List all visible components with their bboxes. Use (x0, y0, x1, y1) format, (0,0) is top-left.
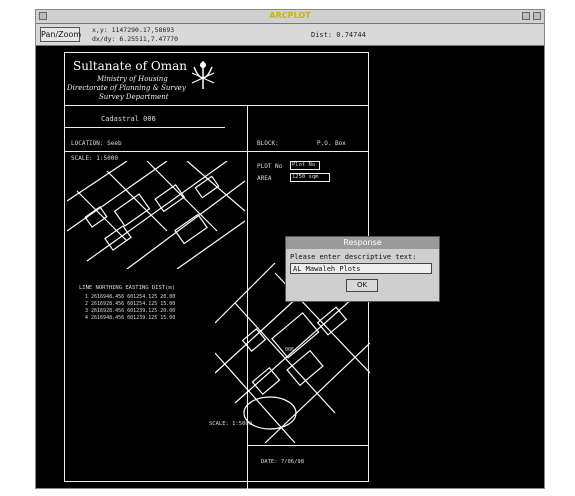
maximize-icon[interactable] (533, 12, 541, 20)
scale-bar-label: SCALE: 1:5000 (209, 421, 253, 427)
coordinate-readout-dxdy: dx/dy: 6.25511,7.47770 (92, 35, 179, 43)
department-name: Survey Department (99, 93, 169, 101)
title-bar: ARCPLOT (36, 10, 544, 24)
oman-emblem (191, 61, 215, 89)
plot-label: Cadastral 006 (101, 115, 156, 123)
block-label: BLOCK: (257, 140, 279, 147)
descriptive-text-input[interactable] (290, 263, 432, 274)
date-label: DATE: 7/06/98 (261, 459, 305, 465)
response-dialog: Response Please enter descriptive text: … (285, 236, 440, 302)
plot-no-label: PLOT No (257, 163, 283, 170)
plot-no-field: Plot No (290, 161, 320, 170)
distance-readout: Dist: 0.74744 (311, 31, 366, 39)
coord-table-row: 3 2616928.456 601239.125 20.00 (85, 308, 176, 314)
block-value: P.O. Box (317, 140, 346, 147)
coord-table-row: 1 2616948.456 601254.125 20.00 (85, 294, 176, 300)
ok-button[interactable]: OK (346, 279, 378, 292)
minimize-icon[interactable] (522, 12, 530, 20)
dialog-title: Response (286, 237, 439, 249)
window-title: ARCPLOT (269, 11, 311, 20)
coord-table-row: 4 2616948.456 601239.125 15.00 (85, 315, 176, 321)
coordinate-readout-xy: x,y: 1147290.17,58693 (92, 26, 175, 34)
toolbar: Pan/Zoom x,y: 1147290.17,58693 dx/dy: 6.… (36, 24, 544, 46)
coord-table-row: 2 2616928.456 601254.125 15.00 (85, 301, 176, 307)
ministry-name: Ministry of Housing (97, 75, 168, 83)
area-label: AREA (257, 175, 272, 182)
dialog-prompt: Please enter descriptive text: (290, 253, 417, 261)
pan-zoom-button[interactable]: Pan/Zoom (40, 27, 81, 42)
org-name: Sultanate of Oman (73, 59, 187, 73)
directorate-name: Directorate of Planning & Survey (67, 84, 186, 92)
area-field: 1250 sqm (290, 173, 330, 182)
inset-plot-label: 006 (285, 347, 295, 353)
cadastral-map (67, 161, 245, 269)
coord-table-header: LINE NORTHING EASTING DIST(m) (79, 285, 176, 291)
location-label: LOCATION: Seeb (71, 140, 122, 147)
